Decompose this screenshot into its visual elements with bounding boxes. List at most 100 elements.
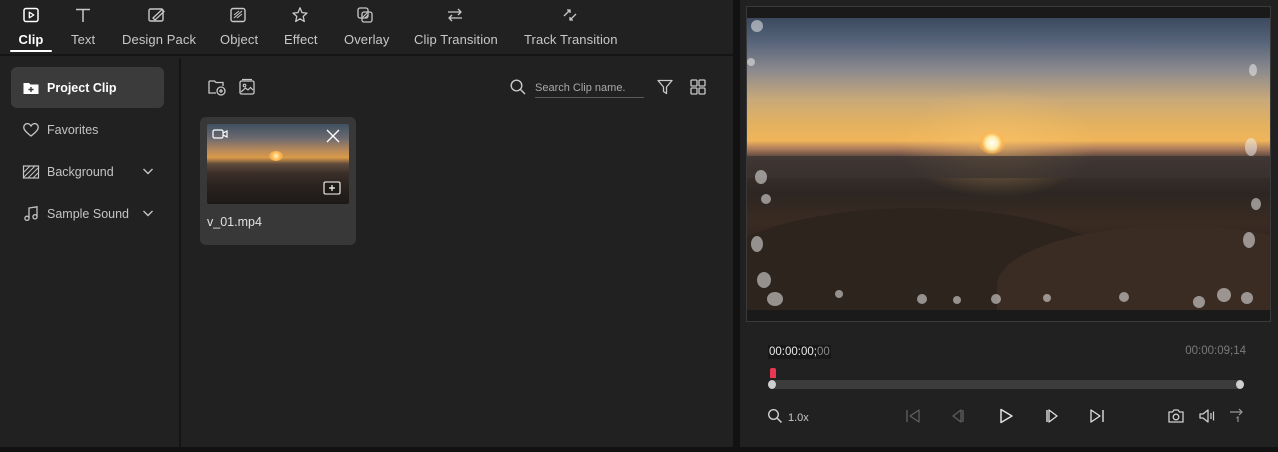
bokeh-spot [917, 294, 927, 304]
sidebar-item-favorites[interactable]: Favorites [11, 109, 164, 150]
clip-thumbnail [207, 124, 349, 204]
bokeh-spot [953, 296, 961, 304]
bokeh-spot [767, 292, 783, 306]
video-camera-icon [212, 129, 228, 139]
horizon-haze [747, 156, 1270, 178]
total-duration: 00:00:09;14 [1185, 345, 1246, 357]
tab-object[interactable]: Object [217, 0, 261, 56]
bokeh-spot [761, 194, 771, 204]
preview-sun [979, 132, 1005, 154]
playhead-marker[interactable] [770, 368, 776, 378]
volume-icon[interactable] [1198, 407, 1218, 425]
tab-label: Clip [18, 32, 44, 47]
active-tab-underline [10, 50, 52, 52]
library-sidebar: Project Clip Favorites Background Sample… [0, 58, 181, 447]
video-preview[interactable] [747, 18, 1270, 310]
sidebar-item-project-clip[interactable]: Project Clip [11, 67, 164, 108]
scrubber-end-handle[interactable] [1236, 380, 1244, 389]
bokeh-spot [1251, 198, 1261, 210]
object-icon [230, 7, 246, 23]
search-input[interactable] [535, 78, 644, 98]
music-note-icon [24, 206, 38, 222]
output-settings-icon[interactable] [1228, 407, 1246, 425]
bokeh-spot [835, 290, 843, 298]
tab-label: Design Pack [122, 32, 197, 47]
design-pack-icon [148, 8, 165, 22]
bokeh-spot [1243, 232, 1255, 248]
tab-effect[interactable]: Effect [282, 0, 320, 56]
tab-clip[interactable]: Clip [10, 0, 52, 56]
tab-label: Track Transition [524, 32, 618, 47]
bokeh-spot [1245, 138, 1257, 156]
close-icon[interactable] [325, 128, 341, 144]
tab-text[interactable]: Text [64, 0, 102, 56]
track-transition-icon [563, 9, 577, 21]
snapshot-camera-icon[interactable] [1167, 407, 1185, 425]
zoom-icon[interactable] [767, 408, 783, 424]
timecode-main: 00:00:00; [769, 346, 817, 358]
current-timecode: 00:00:00;00 [768, 345, 831, 359]
bokeh-spot [1193, 296, 1205, 308]
add-to-timeline-icon[interactable] [323, 181, 341, 195]
clip-icon [23, 7, 39, 23]
search-icon[interactable] [509, 78, 527, 96]
next-frame-icon[interactable] [1042, 407, 1060, 425]
bokeh-spot [747, 58, 755, 66]
heart-icon [23, 122, 39, 137]
tab-overlay[interactable]: Overlay [342, 0, 392, 56]
previous-frame-icon[interactable] [950, 407, 968, 425]
preview-panel: 00:00:00;00 00:00:09;14 1.0x [740, 0, 1278, 447]
bokeh-spot [751, 236, 763, 252]
preview-frame [746, 6, 1271, 322]
play-icon[interactable] [997, 407, 1015, 425]
tab-label: Text [71, 32, 96, 47]
sidebar-item-label: Favorites [47, 122, 99, 137]
clip-search [509, 76, 644, 98]
bokeh-spot [751, 20, 763, 32]
grid-view-icon[interactable] [689, 78, 707, 96]
clip-name: v_01.mp4 [207, 215, 262, 229]
category-tabs: Clip Text Design Pack Object Effect Over… [0, 0, 733, 56]
skip-to-end-icon[interactable] [1088, 407, 1106, 425]
sidebar-item-sample-sound[interactable]: Sample Sound [11, 193, 164, 234]
import-media-icon[interactable] [237, 77, 257, 97]
chevron-down-icon[interactable] [142, 207, 154, 219]
sidebar-item-background[interactable]: Background [11, 151, 164, 192]
folder-plus-icon [23, 83, 39, 94]
bokeh-spot [1119, 292, 1129, 302]
bokeh-spot [991, 294, 1001, 304]
hatch-icon [22, 165, 40, 179]
playback-scrubber[interactable] [768, 380, 1244, 389]
add-folder-icon[interactable] [207, 77, 227, 97]
tab-label: Overlay [344, 32, 390, 47]
chevron-down-icon[interactable] [142, 165, 154, 177]
bokeh-spot [1249, 64, 1257, 76]
bokeh-spot [1043, 294, 1051, 302]
thumbnail-sun [269, 151, 283, 161]
sidebar-item-label: Sample Sound [47, 206, 130, 221]
tab-label: Clip Transition [414, 32, 498, 47]
timecode-frames: 00 [816, 346, 830, 358]
tab-design-pack[interactable]: Design Pack [120, 0, 198, 56]
clip-library-content: v_01.mp4 [183, 58, 733, 447]
sidebar-item-label: Background [47, 164, 114, 179]
clip-transition-icon [448, 8, 462, 22]
bokeh-spot [755, 170, 767, 184]
clip-card[interactable]: v_01.mp4 [200, 117, 356, 245]
overlay-icon [357, 7, 373, 23]
bokeh-spot [1217, 288, 1231, 302]
library-panel: Clip Text Design Pack Object Effect Over… [0, 0, 733, 447]
effect-icon [292, 7, 308, 23]
scrubber-start-handle[interactable] [768, 380, 776, 389]
tab-clip-transition[interactable]: Clip Transition [412, 0, 500, 56]
tab-track-transition[interactable]: Track Transition [522, 0, 620, 56]
skip-to-start-icon[interactable] [904, 407, 922, 425]
bokeh-spot [1241, 292, 1253, 304]
filter-icon[interactable] [656, 78, 674, 96]
tab-label: Effect [284, 32, 318, 47]
text-icon [76, 8, 90, 22]
sidebar-item-label: Project Clip [47, 80, 117, 95]
tab-label: Object [220, 32, 259, 47]
bokeh-spot [757, 272, 771, 288]
zoom-level[interactable]: 1.0x [788, 412, 809, 424]
